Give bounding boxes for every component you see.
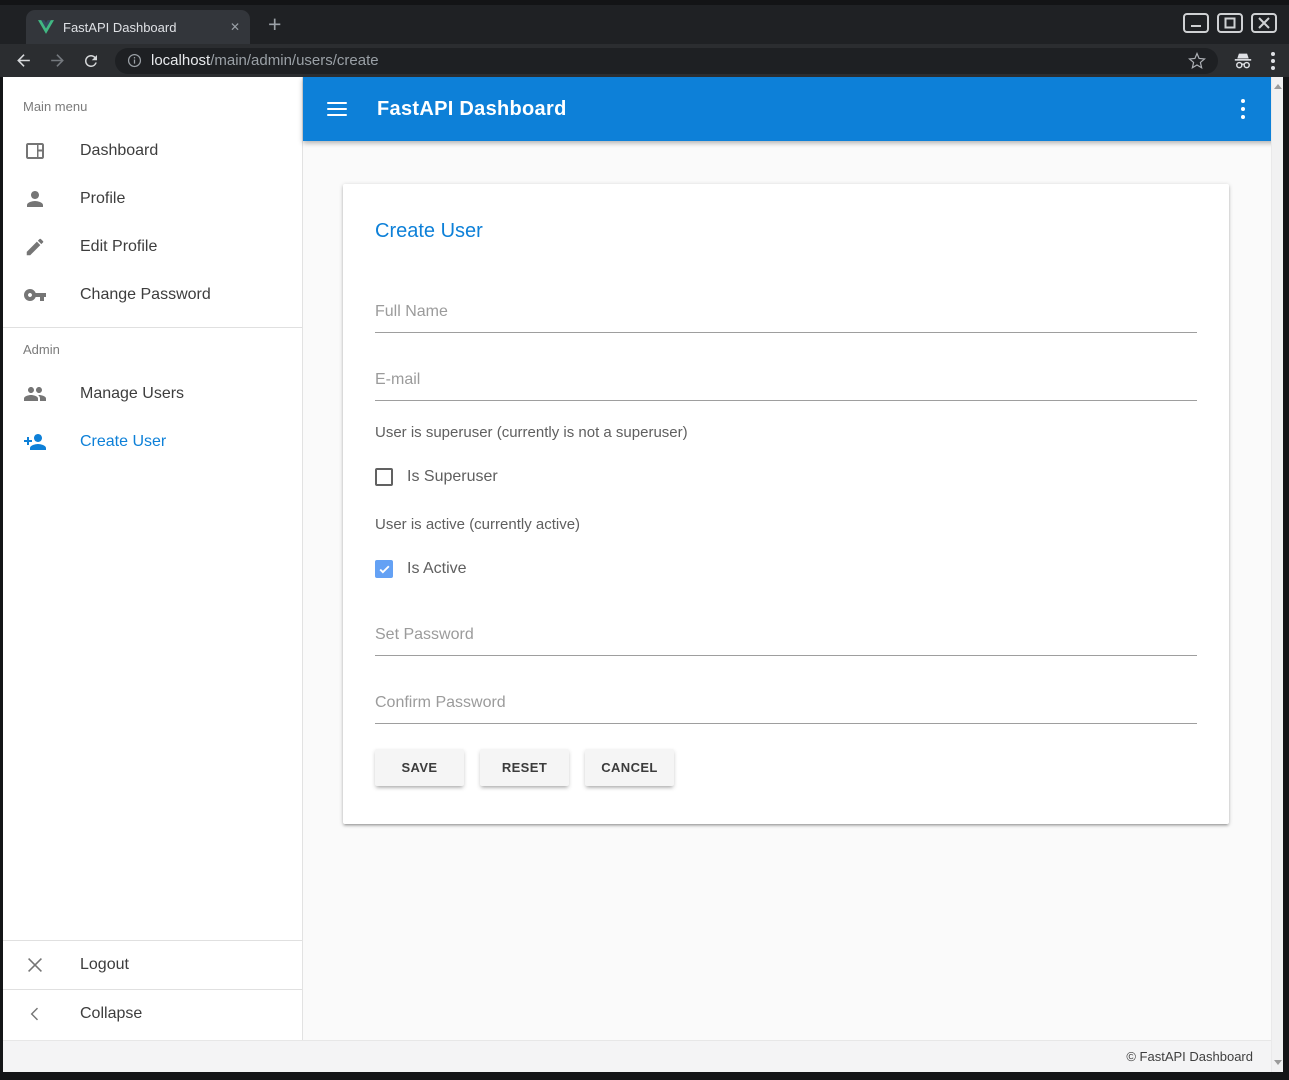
sidebar-bottom: Logout Collapse xyxy=(3,940,302,1040)
chevron-left-icon xyxy=(23,1002,47,1026)
is-active-checkbox-row[interactable]: Is Active xyxy=(375,560,1197,578)
sidebar-item-label: Dashboard xyxy=(80,142,158,160)
sidebar-section-main-menu: Main menu xyxy=(3,85,302,127)
person-icon xyxy=(23,187,47,211)
tab-title: FastAPI Dashboard xyxy=(63,20,221,35)
browser-toolbar: localhost/main/admin/users/create xyxy=(0,44,1289,77)
sidebar-item-label: Collapse xyxy=(80,1005,142,1023)
sidebar-item-label: Edit Profile xyxy=(80,238,157,256)
browser-tab[interactable]: FastAPI Dashboard ✕ xyxy=(26,10,250,44)
is-superuser-checkbox[interactable] xyxy=(375,468,393,486)
sidebar-item-collapse[interactable]: Collapse xyxy=(3,990,302,1038)
browser-menu-kebab-icon[interactable] xyxy=(1271,52,1275,70)
set-password-input[interactable] xyxy=(375,622,1197,656)
is-superuser-label: Is Superuser xyxy=(407,468,498,486)
sidebar-item-change-password[interactable]: Change Password xyxy=(3,271,302,319)
tab-close-icon[interactable]: ✕ xyxy=(230,20,240,34)
is-active-checkbox[interactable] xyxy=(375,560,393,578)
email-field-wrap xyxy=(375,367,1197,401)
is-superuser-checkbox-row[interactable]: Is Superuser xyxy=(375,468,1197,486)
sidebar-item-logout[interactable]: Logout xyxy=(3,941,302,989)
scroll-up-arrow-icon[interactable] xyxy=(1274,84,1282,89)
page-title: Create User xyxy=(375,220,1197,243)
active-hint: User is active (currently active) xyxy=(375,516,1197,533)
vertical-scrollbar[interactable] xyxy=(1271,77,1283,1072)
window-controls xyxy=(1183,13,1277,33)
set-password-field-wrap xyxy=(375,622,1197,656)
back-icon[interactable] xyxy=(14,51,33,70)
sidebar-item-edit-profile[interactable]: Edit Profile xyxy=(3,223,302,271)
url-path: /main/admin/users/create xyxy=(210,52,378,69)
sidebar-item-label: Change Password xyxy=(80,286,211,304)
confirm-password-field-wrap xyxy=(375,690,1197,724)
save-button[interactable]: SAVE xyxy=(375,749,464,786)
main-area: FastAPI Dashboard Create User User is su… xyxy=(303,77,1283,1040)
sidebar-item-profile[interactable]: Profile xyxy=(3,175,302,223)
full-name-field-wrap xyxy=(375,299,1197,333)
vue-favicon-icon xyxy=(38,20,54,34)
browser-window: FastAPI Dashboard ✕ + xyxy=(0,0,1289,1080)
sidebar-item-label: Manage Users xyxy=(80,385,184,403)
sidebar-item-dashboard[interactable]: Dashboard xyxy=(3,127,302,175)
url-host: localhost xyxy=(151,52,210,69)
hamburger-menu-icon[interactable] xyxy=(327,102,347,116)
full-name-input[interactable] xyxy=(375,299,1197,333)
app-bar: FastAPI Dashboard xyxy=(303,77,1283,141)
url-text[interactable]: localhost/main/admin/users/create xyxy=(151,52,379,69)
reload-icon[interactable] xyxy=(82,52,100,70)
window-close-button[interactable] xyxy=(1251,13,1277,33)
reset-button[interactable]: RESET xyxy=(480,749,569,786)
confirm-password-input[interactable] xyxy=(375,690,1197,724)
person-add-icon xyxy=(23,430,47,454)
sidebar-section-admin: Admin xyxy=(3,328,302,370)
sidebar-item-label: Logout xyxy=(80,956,129,974)
sidebar: Main menu Dashboard Profile xyxy=(3,77,303,1040)
maximize-button[interactable] xyxy=(1217,13,1243,33)
sidebar-item-label: Profile xyxy=(80,190,125,208)
forward-icon[interactable] xyxy=(48,51,67,70)
minimize-button[interactable] xyxy=(1183,13,1209,33)
app-bar-title: FastAPI Dashboard xyxy=(377,98,567,121)
copyright-text: © FastAPI Dashboard xyxy=(1126,1049,1253,1064)
close-x-icon xyxy=(23,953,47,977)
toolbar-right xyxy=(1233,52,1275,70)
superuser-hint: User is superuser (currently is not a su… xyxy=(375,424,1197,441)
app-bar-kebab-icon[interactable] xyxy=(1227,95,1259,123)
page-footer: © FastAPI Dashboard xyxy=(3,1040,1283,1072)
form-actions: SAVE RESET CANCEL xyxy=(375,749,1197,786)
create-user-card: Create User User is superuser (currently… xyxy=(343,184,1229,824)
sidebar-item-create-user[interactable]: Create User xyxy=(3,418,302,466)
pencil-icon xyxy=(23,235,47,259)
is-active-label: Is Active xyxy=(407,560,467,578)
dashboard-icon xyxy=(23,139,47,163)
sidebar-item-manage-users[interactable]: Manage Users xyxy=(3,370,302,418)
tab-strip: FastAPI Dashboard ✕ + xyxy=(0,0,1289,44)
cancel-button[interactable]: CANCEL xyxy=(585,749,674,786)
scroll-down-arrow-icon[interactable] xyxy=(1274,1060,1282,1065)
people-icon xyxy=(23,382,47,406)
incognito-icon xyxy=(1233,52,1253,70)
content-area: Create User User is superuser (currently… xyxy=(303,141,1283,1040)
bookmark-star-icon[interactable] xyxy=(1188,52,1206,70)
email-input[interactable] xyxy=(375,367,1197,401)
sidebar-item-label: Create User xyxy=(80,433,166,451)
key-icon xyxy=(23,283,47,307)
site-info-icon[interactable] xyxy=(127,53,142,68)
address-bar[interactable]: localhost/main/admin/users/create xyxy=(115,48,1218,74)
web-page: Main menu Dashboard Profile xyxy=(3,77,1283,1072)
new-tab-button[interactable]: + xyxy=(268,13,281,36)
